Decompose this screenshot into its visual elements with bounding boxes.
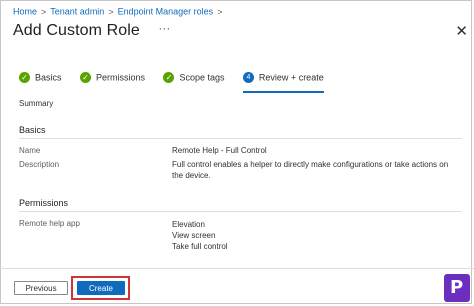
tab-basics-label: Basics: [35, 72, 62, 83]
breadcrumb-endpoint-manager-roles[interactable]: Endpoint Manager roles: [118, 7, 214, 17]
permission-elevation: Elevation: [172, 220, 205, 229]
tab-scope-tags[interactable]: ✓ Scope tags: [163, 72, 224, 87]
breadcrumb-separator-icon: >: [108, 6, 114, 17]
basics-divider: [19, 138, 462, 139]
description-value-line1: Full control enables a helper to directl…: [172, 160, 449, 169]
footer-divider: [0, 268, 474, 269]
previous-button[interactable]: Previous: [14, 281, 68, 295]
description-key: Description: [19, 160, 60, 169]
permission-view-screen: View screen: [172, 231, 216, 240]
permission-take-full-control: Take full control: [172, 242, 228, 251]
breadcrumb-separator-icon: >: [217, 6, 223, 17]
breadcrumb-tenant-admin[interactable]: Tenant admin: [50, 7, 104, 17]
check-icon: ✓: [19, 72, 30, 84]
permissions-divider: [19, 211, 462, 212]
breadcrumb-home[interactable]: Home: [13, 7, 37, 17]
breadcrumb: Home > Tenant admin > Endpoint Manager roles…: [13, 6, 226, 17]
name-value: Remote Help - Full Control: [172, 146, 267, 155]
more-options-icon[interactable]: ···: [158, 21, 170, 35]
tab-review-create[interactable]: 4 Review + create: [242, 72, 324, 94]
name-key: Name: [19, 146, 41, 155]
tab-scope-tags-label: Scope tags: [179, 72, 225, 83]
check-icon: ✓: [79, 72, 91, 84]
summary-label: Summary: [19, 99, 54, 108]
close-icon[interactable]: ✕: [455, 22, 468, 40]
tab-permissions[interactable]: ✓ Permissions: [79, 72, 145, 87]
tab-permissions-label: Permissions: [95, 72, 145, 83]
tab-basics[interactable]: ✓ Basics: [19, 72, 62, 87]
page-title: Add Custom Role: [13, 22, 140, 39]
check-icon: ✓: [163, 72, 175, 84]
description-value-line2: the device.: [172, 171, 211, 180]
remote-help-app-key: Remote help app: [19, 219, 80, 228]
step-number-icon: 4: [242, 72, 254, 84]
breadcrumb-separator-icon: >: [41, 6, 47, 17]
create-button[interactable]: Create: [77, 281, 125, 295]
tab-review-create-label: Review + create: [258, 72, 324, 83]
permissions-heading: Permissions: [19, 198, 69, 208]
title-row: Add Custom Role ···: [13, 21, 170, 44]
logo-watermark-icon: P: [444, 274, 470, 302]
wizard-steps: ✓ Basics ✓ Permissions ✓ Scope tags 4 Review…: [19, 72, 338, 94]
basics-heading: Basics: [19, 125, 46, 135]
